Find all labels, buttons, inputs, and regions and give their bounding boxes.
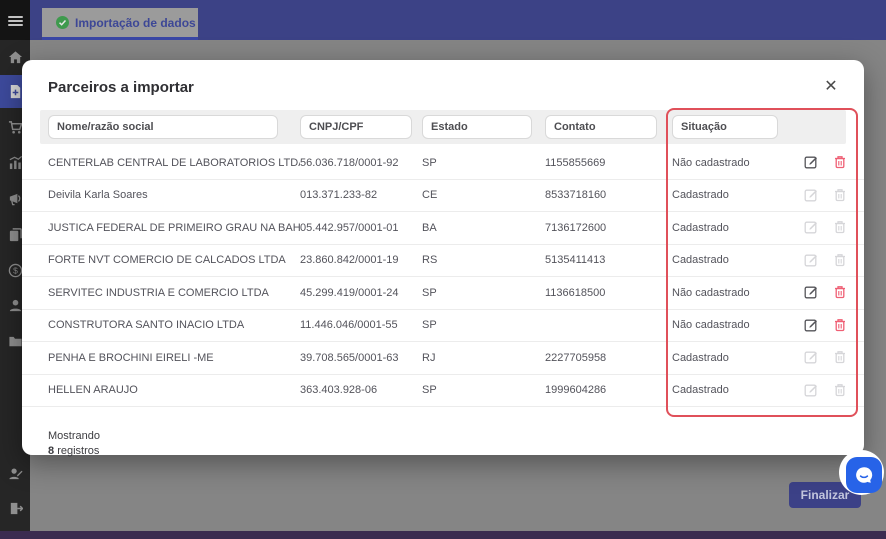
cell-contato: 5135411413 bbox=[545, 254, 606, 267]
delete-icon bbox=[831, 219, 848, 236]
cell-contato: 1136618500 bbox=[545, 286, 606, 299]
cell-actions bbox=[802, 187, 864, 204]
cell-cnpj: 45.299.419/0001-24 bbox=[300, 286, 399, 299]
cell-actions bbox=[802, 219, 864, 236]
cell-name: FORTE NVT COMERCIO DE CALCADOS LTDA bbox=[48, 254, 286, 267]
cell-cnpj: 11.446.046/0001-55 bbox=[300, 319, 398, 332]
cell-estado: SP bbox=[422, 319, 437, 332]
logout-icon[interactable] bbox=[0, 493, 30, 523]
table-filter-row bbox=[40, 110, 846, 144]
cell-cnpj: 56.036.718/0001-92 bbox=[300, 156, 399, 169]
delete-icon bbox=[831, 187, 848, 204]
edit-icon bbox=[802, 382, 819, 399]
edit-icon[interactable] bbox=[802, 284, 819, 301]
cell-cnpj: 05.442.957/0001-01 bbox=[300, 221, 399, 234]
cell-situacao: Não cadastrado bbox=[672, 286, 750, 299]
modal-title: Parceiros a importar bbox=[48, 79, 194, 96]
partners-table: CENTERLAB CENTRAL DE LABORATORIOS LTDA 5… bbox=[22, 110, 864, 407]
cell-contato: 2227705958 bbox=[545, 351, 607, 364]
delete-icon bbox=[831, 382, 848, 399]
parceiros-modal: Parceiros a importar ✕ CENTERLAB CENTRAL… bbox=[22, 60, 864, 457]
table-row: Deivila Karla Soares 013.371.233-82 CE 8… bbox=[22, 180, 864, 212]
cell-actions bbox=[802, 154, 864, 171]
edit-icon bbox=[802, 252, 819, 269]
cell-contato: 7136172600 bbox=[545, 221, 607, 234]
cell-situacao: Cadastrado bbox=[672, 351, 729, 364]
table-row: SERVITEC INDUSTRIA E COMERCIO LTDA 45.29… bbox=[22, 277, 864, 310]
support-icon[interactable] bbox=[0, 458, 30, 488]
table-row: FORTE NVT COMERCIO DE CALCADOS LTDA 23.8… bbox=[22, 245, 864, 277]
edit-icon bbox=[802, 349, 819, 366]
cell-name: Deivila Karla Soares bbox=[48, 189, 148, 202]
cell-name: CENTERLAB CENTRAL DE LABORATORIOS LTDA bbox=[48, 156, 300, 169]
cell-contato: 8533718160 bbox=[545, 189, 607, 202]
cell-situacao: Não cadastrado bbox=[672, 319, 750, 332]
cell-estado: SP bbox=[422, 156, 437, 169]
cell-situacao: Cadastrado bbox=[672, 254, 729, 267]
filter-situacao-input[interactable] bbox=[672, 115, 778, 139]
cell-actions bbox=[802, 252, 864, 269]
cell-actions bbox=[802, 349, 864, 366]
check-circle-icon bbox=[56, 16, 69, 29]
table-row: PENHA E BROCHINI EIRELI -ME 39.708.565/0… bbox=[22, 342, 864, 375]
delete-icon[interactable] bbox=[831, 284, 848, 301]
filter-cnpj-input[interactable] bbox=[300, 115, 412, 139]
cell-contato: 1999604286 bbox=[545, 384, 607, 397]
menu-icon[interactable] bbox=[0, 6, 30, 36]
cell-contato: 1155855669 bbox=[545, 156, 606, 169]
filter-name-input[interactable] bbox=[48, 115, 278, 139]
table-row: HELLEN ARAUJO 363.403.928-06 SP 19996042… bbox=[22, 375, 864, 407]
cell-name: SERVITEC INDUSTRIA E COMERCIO LTDA bbox=[48, 286, 269, 299]
cell-name: PENHA E BROCHINI EIRELI -ME bbox=[48, 351, 214, 364]
tab-label: Importação de dados bbox=[75, 15, 196, 30]
delete-icon bbox=[831, 252, 848, 269]
cell-situacao: Cadastrado bbox=[672, 221, 729, 234]
cell-name: HELLEN ARAUJO bbox=[48, 384, 138, 397]
cell-cnpj: 39.708.565/0001-63 bbox=[300, 351, 399, 364]
cell-situacao: Não cadastrado bbox=[672, 156, 750, 169]
svg-text:$: $ bbox=[13, 265, 18, 275]
edit-icon[interactable] bbox=[802, 154, 819, 171]
cell-actions bbox=[802, 284, 864, 301]
cell-actions bbox=[802, 317, 864, 334]
cell-estado: RS bbox=[422, 254, 438, 267]
records-count: Mostrando 8 registros bbox=[48, 430, 100, 457]
edit-icon bbox=[802, 219, 819, 236]
edit-icon[interactable] bbox=[802, 317, 819, 334]
delete-icon[interactable] bbox=[831, 317, 848, 334]
cell-actions bbox=[802, 382, 864, 399]
delete-icon bbox=[831, 349, 848, 366]
cell-estado: SP bbox=[422, 384, 437, 397]
cell-estado: BA bbox=[422, 221, 437, 234]
table-body: CENTERLAB CENTRAL DE LABORATORIOS LTDA 5… bbox=[22, 147, 864, 407]
cell-estado: CE bbox=[422, 189, 438, 202]
cell-cnpj: 363.403.928-06 bbox=[300, 384, 378, 397]
cell-cnpj: 23.860.842/0001-19 bbox=[300, 254, 399, 267]
bottom-edge bbox=[0, 531, 886, 539]
edit-icon bbox=[802, 187, 819, 204]
delete-icon[interactable] bbox=[831, 154, 848, 171]
chat-bubble-icon[interactable] bbox=[846, 457, 882, 493]
close-icon[interactable]: ✕ bbox=[818, 73, 844, 99]
filter-contato-input[interactable] bbox=[545, 115, 657, 139]
table-row: CONSTRUTORA SANTO INACIO LTDA 11.446.046… bbox=[22, 310, 864, 342]
cell-estado: SP bbox=[422, 286, 437, 299]
table-row: CENTERLAB CENTRAL DE LABORATORIOS LTDA 5… bbox=[22, 147, 864, 180]
header-bar: Importação de dados bbox=[30, 0, 886, 40]
cell-name: CONSTRUTORA SANTO INACIO LTDA bbox=[48, 319, 245, 332]
filter-estado-input[interactable] bbox=[422, 115, 532, 139]
cell-situacao: Cadastrado bbox=[672, 189, 729, 202]
cell-estado: RJ bbox=[422, 351, 436, 364]
cell-situacao: Cadastrado bbox=[672, 384, 729, 397]
tab-importacao-de-dados[interactable]: Importação de dados bbox=[42, 8, 198, 40]
cell-name: JUSTICA FEDERAL DE PRIMEIRO GRAU NA BAHI… bbox=[48, 221, 300, 234]
cell-cnpj: 013.371.233-82 bbox=[300, 189, 378, 202]
table-row: JUSTICA FEDERAL DE PRIMEIRO GRAU NA BAHI… bbox=[22, 212, 864, 245]
